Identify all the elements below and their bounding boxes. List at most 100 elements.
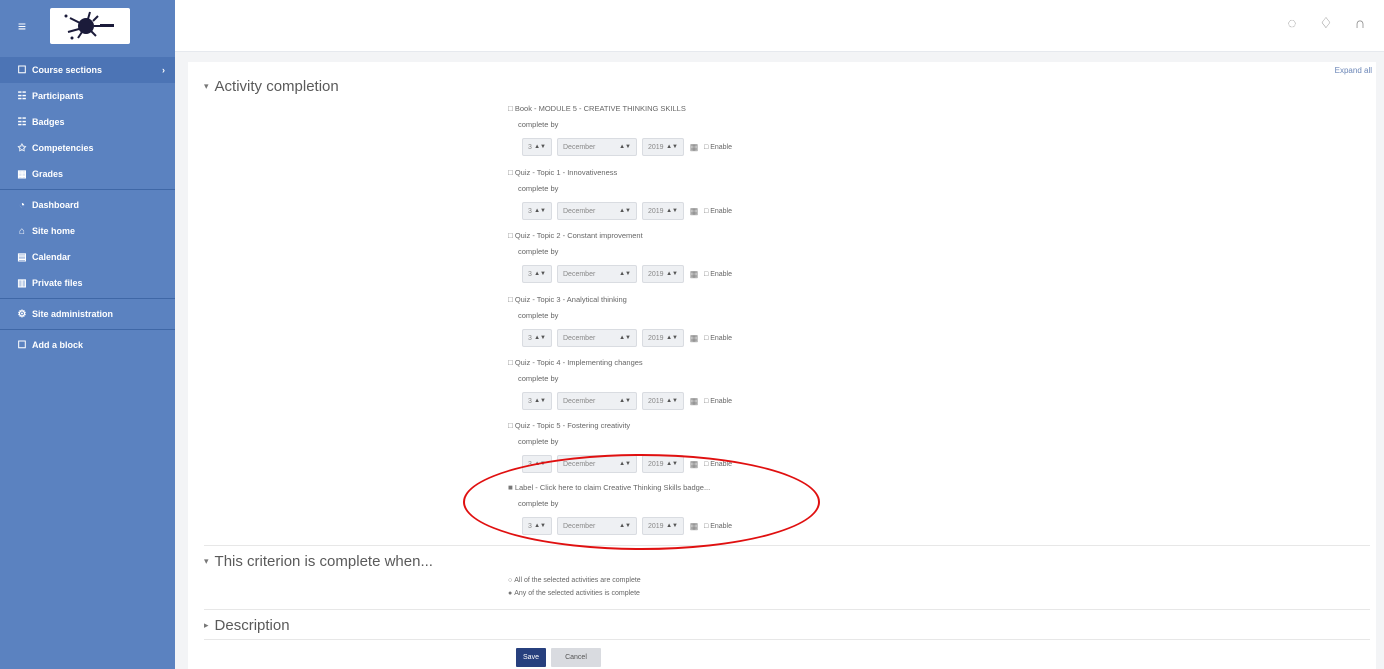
month-select[interactable]: December ▲▼ <box>557 138 637 156</box>
day-select[interactable]: 3 ▲▼ <box>522 517 552 535</box>
files-icon: ▥ <box>17 277 27 289</box>
section-activity-completion[interactable]: ▾ Activity completion <box>204 78 339 95</box>
sidebar-item-label: Calendar <box>32 252 71 262</box>
enable-checkbox[interactable]: □ Enable <box>704 144 732 151</box>
hamburger-icon[interactable]: ≡ <box>12 18 32 34</box>
sidebar-item[interactable]: ▦ Grades <box>0 161 175 187</box>
day-select[interactable]: 3 ▲▼ <box>522 202 552 220</box>
day-select[interactable]: 3 ▲▼ <box>522 392 552 410</box>
enable-checkbox[interactable]: □ Enable <box>704 335 732 342</box>
site-logo[interactable] <box>50 8 130 44</box>
checkbox-icon[interactable]: □ <box>508 168 513 177</box>
complete-by-label: complete by <box>518 184 559 193</box>
sidebar-item[interactable]: ☐ Add a block <box>0 332 175 358</box>
checkbox-icon[interactable]: □ <box>704 398 708 405</box>
enable-label: Enable <box>710 207 732 215</box>
enable-checkbox[interactable]: □ Enable <box>704 208 732 215</box>
sidebar-item[interactable]: ◔ Dashboard <box>0 192 175 218</box>
sidebar-item[interactable]: ⌂ Site home <box>0 218 175 244</box>
calendar-icon[interactable]: ▦ <box>689 521 699 532</box>
calendar-icon[interactable]: ▦ <box>689 459 699 470</box>
expand-all-link[interactable]: Expand all <box>1335 66 1372 75</box>
checkbox-icon[interactable]: □ <box>704 208 708 215</box>
checkbox-icon[interactable]: □ <box>508 421 513 430</box>
dropdown-arrow-icon: ▲▼ <box>666 398 678 404</box>
enable-checkbox[interactable]: □ Enable <box>704 271 732 278</box>
enable-label: Enable <box>710 143 732 151</box>
dropdown-arrow-icon: ▲▼ <box>619 523 631 529</box>
activity-checkbox-row[interactable]: □ Quiz - Topic 5 - Fostering creativity <box>508 420 908 432</box>
date-selector-row: 3 ▲▼ December ▲▼ 2019 ▲▼ ▦ □ Enable <box>522 455 908 473</box>
save-button[interactable]: Save <box>516 648 546 667</box>
checkbox-icon[interactable]: □ <box>704 523 708 530</box>
day-value: 3 <box>528 397 532 405</box>
sidebar-item[interactable]: ▥ Private files <box>0 270 175 296</box>
dropdown-arrow-icon: ▲▼ <box>534 335 546 341</box>
month-select[interactable]: December ▲▼ <box>557 517 637 535</box>
month-value: December <box>563 397 596 405</box>
criterion-option-all[interactable]: ○ All of the selected activities are comp… <box>508 577 641 584</box>
section-description[interactable]: ▸ Description <box>204 617 290 634</box>
day-select[interactable]: 3 ▲▼ <box>522 455 552 473</box>
activity-checkbox-row[interactable]: □ Quiz - Topic 4 - Implementing changes <box>508 357 908 369</box>
activity-checkbox-row[interactable]: □ Quiz - Topic 2 - Constant improvement <box>508 230 908 242</box>
sidebar-item[interactable]: ☐ Course sections › <box>0 57 175 83</box>
month-select[interactable]: December ▲▼ <box>557 265 637 283</box>
sidebar-item[interactable]: ▤ Calendar <box>0 244 175 270</box>
calendar-icon[interactable]: ▦ <box>689 269 699 280</box>
radio-selected-icon[interactable]: ● <box>508 590 512 597</box>
year-select[interactable]: 2019 ▲▼ <box>642 138 684 156</box>
year-select[interactable]: 2019 ▲▼ <box>642 329 684 347</box>
activity-checkbox-row[interactable]: □ Quiz - Topic 1 - Innovativeness <box>508 167 908 179</box>
checkbox-icon[interactable]: □ <box>704 144 708 151</box>
enable-checkbox[interactable]: □ Enable <box>704 461 732 468</box>
criterion-option-any[interactable]: ● Any of the selected activities is compl… <box>508 590 640 597</box>
enable-checkbox[interactable]: □ Enable <box>704 398 732 405</box>
enable-checkbox[interactable]: □ Enable <box>704 523 732 530</box>
year-select[interactable]: 2019 ▲▼ <box>642 202 684 220</box>
day-select[interactable]: 3 ▲▼ <box>522 265 552 283</box>
day-value: 3 <box>528 460 532 468</box>
day-value: 3 <box>528 207 532 215</box>
checkbox-icon[interactable]: □ <box>508 104 513 113</box>
checkbox-icon[interactable]: □ <box>704 335 708 342</box>
sidebar-item[interactable]: ⚙ Site administration <box>0 301 175 327</box>
year-value: 2019 <box>648 143 664 151</box>
checkbox-icon[interactable]: □ <box>508 295 513 304</box>
day-select[interactable]: 3 ▲▼ <box>522 138 552 156</box>
bell-icon[interactable]: ♢ <box>1316 14 1336 34</box>
activity-checkbox-row[interactable]: □ Quiz - Topic 3 - Analytical thinking <box>508 294 908 306</box>
chat-icon[interactable]: ◌ <box>1282 14 1302 34</box>
checkbox-icon[interactable]: □ <box>704 271 708 278</box>
activity-entry: □ Quiz - Topic 1 - Innovativeness complete… <box>508 167 908 220</box>
calendar-icon[interactable]: ▦ <box>689 142 699 153</box>
calendar-icon[interactable]: ▦ <box>689 333 699 344</box>
home-icon: ⌂ <box>18 225 26 237</box>
checkbox-checked-icon[interactable]: ■ <box>508 483 513 492</box>
year-select[interactable]: 2019 ▲▼ <box>642 455 684 473</box>
month-value: December <box>563 143 596 151</box>
sidebar-item[interactable]: ☷ Badges <box>0 109 175 135</box>
sidebar-item[interactable]: ✩ Competencies <box>0 135 175 161</box>
year-select[interactable]: 2019 ▲▼ <box>642 392 684 410</box>
cancel-button[interactable]: Cancel <box>551 648 601 667</box>
activity-checkbox-row[interactable]: □ Book - MODULE 5 - CREATIVE THINKING SKI… <box>508 103 908 115</box>
user-avatar-icon[interactable]: ∩ <box>1350 14 1370 34</box>
checkbox-icon[interactable]: □ <box>508 231 513 240</box>
radio-icon[interactable]: ○ <box>508 577 512 584</box>
year-select[interactable]: 2019 ▲▼ <box>642 517 684 535</box>
activity-checkbox-row[interactable]: ■ Label - Click here to claim Creative Th… <box>508 482 908 494</box>
month-select[interactable]: December ▲▼ <box>557 455 637 473</box>
enable-label: Enable <box>710 460 732 468</box>
month-select[interactable]: December ▲▼ <box>557 392 637 410</box>
sidebar-item[interactable]: ☷ Participants <box>0 83 175 109</box>
calendar-icon[interactable]: ▦ <box>689 206 699 217</box>
calendar-icon[interactable]: ▦ <box>689 396 699 407</box>
year-select[interactable]: 2019 ▲▼ <box>642 265 684 283</box>
month-select[interactable]: December ▲▼ <box>557 202 637 220</box>
month-select[interactable]: December ▲▼ <box>557 329 637 347</box>
checkbox-icon[interactable]: □ <box>508 358 513 367</box>
checkbox-icon[interactable]: □ <box>704 461 708 468</box>
day-select[interactable]: 3 ▲▼ <box>522 329 552 347</box>
section-criterion[interactable]: ▾ This criterion is complete when... <box>204 553 433 570</box>
